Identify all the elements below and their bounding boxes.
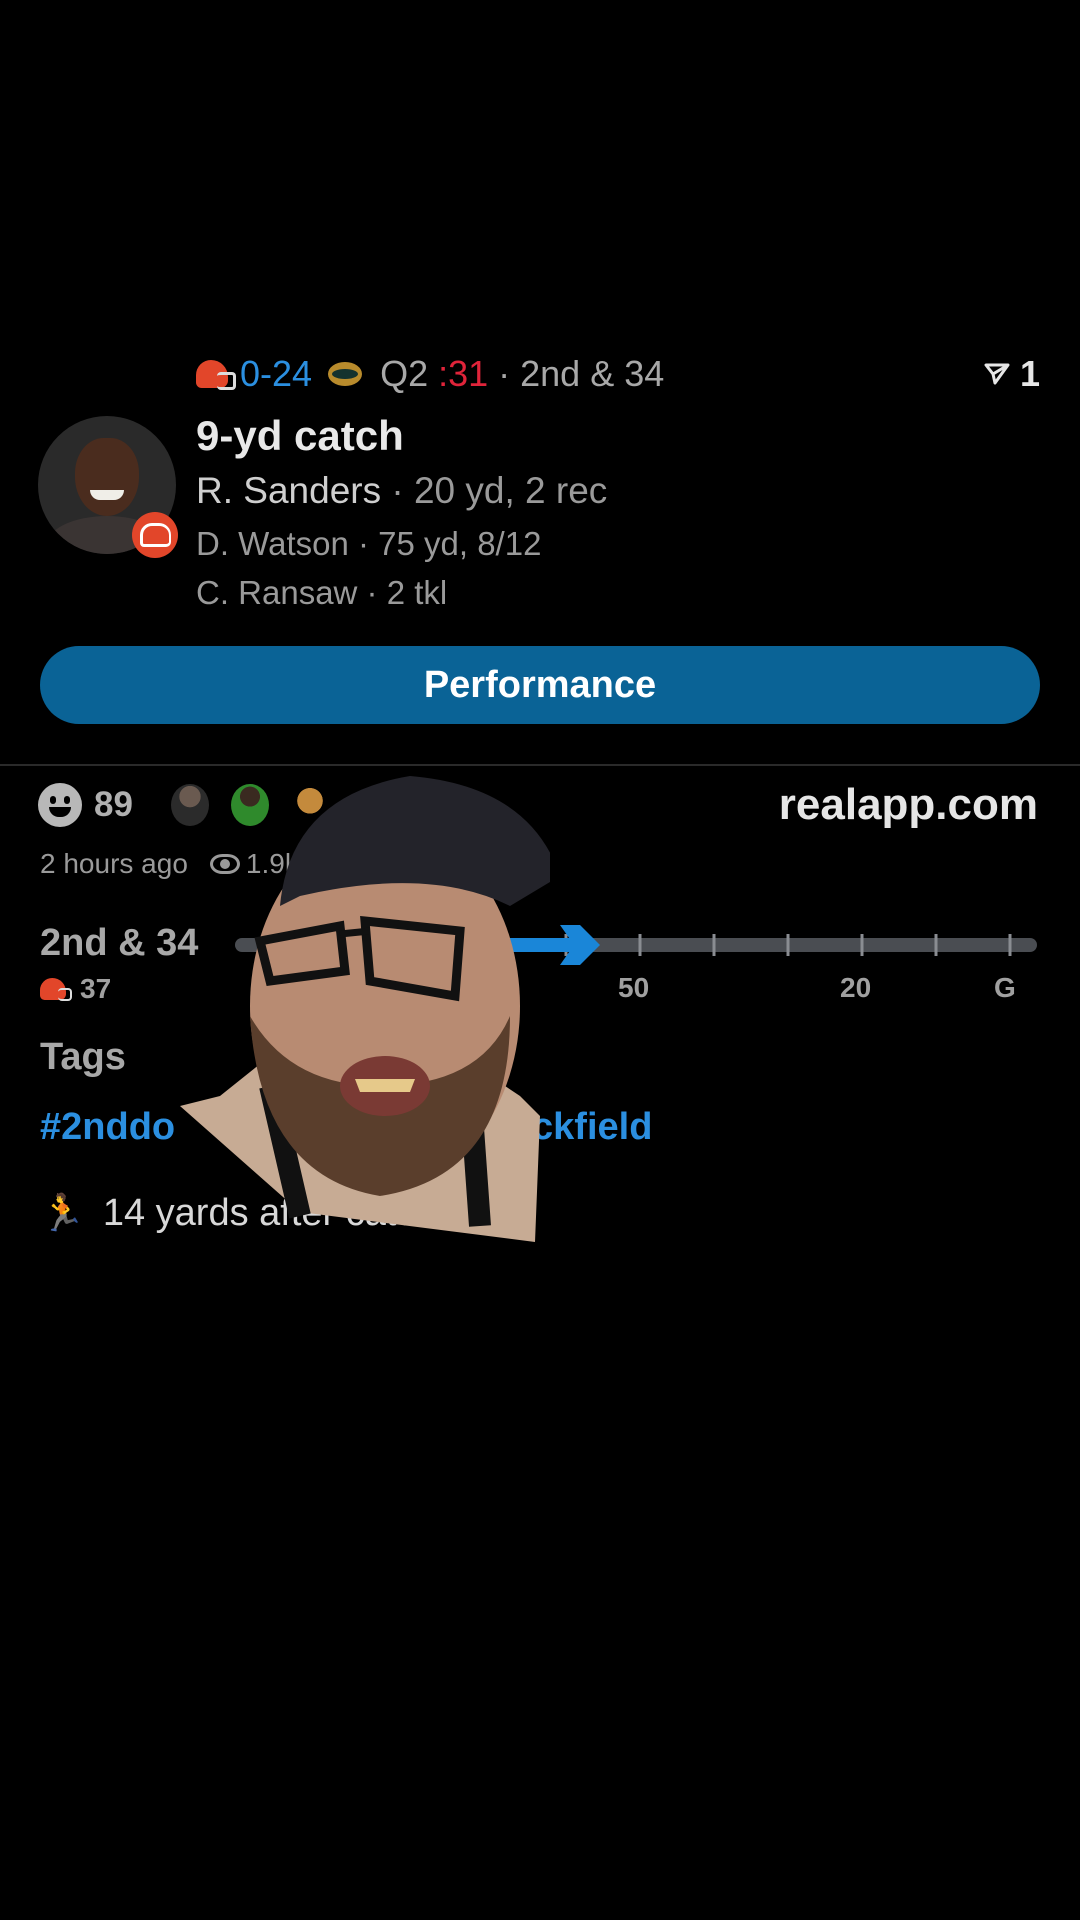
reaction-count: 89 [94,785,133,824]
tag[interactable]: #2nddo [40,1106,175,1149]
score: 0-24 [240,353,313,394]
yard-label: 20 [840,972,872,1003]
yard-label: 50 [618,972,650,1003]
down-distance: · 2nd & 34 [498,353,665,394]
score-header: 0-24 Q2 :31 · 2nd & 34 [196,350,664,398]
player-name[interactable]: R. Sanders [196,470,381,511]
person-photo-overlay [180,776,550,1242]
browns-helmet-icon [40,978,72,1001]
player-stats: · 20 yd, 2 rec [391,470,608,511]
share-button[interactable]: 1 [984,350,1040,398]
player-line: R. Sanders · 20 yd, 2 rec [196,470,607,512]
site-link[interactable]: realapp.com [779,780,1038,830]
runner-icon: 🏃 [40,1192,85,1233]
quarter: Q2 [380,353,429,394]
jaguars-logo-icon [328,362,363,386]
tags-heading: Tags [40,1036,126,1078]
time-ago: 2 hours ago [40,848,188,879]
game-clock: :31 [438,353,489,394]
send-icon [984,363,1010,385]
start-yard-value: 37 [80,973,112,1004]
yard-label: G [994,972,1016,1003]
performance-button[interactable]: Performance [40,646,1040,724]
passer-line: D. Watson · 75 yd, 8/12 [196,525,542,562]
smiley-icon [38,783,82,827]
play-title: 9-yd catch [196,412,404,459]
drive-down-label: 2nd & 34 [40,922,199,964]
defender-line: C. Ransaw · 2 tkl [196,574,448,611]
browns-helmet-icon [196,360,236,390]
team-badge-icon [132,512,178,558]
share-count: 1 [1019,353,1040,394]
start-yard: 37 [40,972,111,1006]
